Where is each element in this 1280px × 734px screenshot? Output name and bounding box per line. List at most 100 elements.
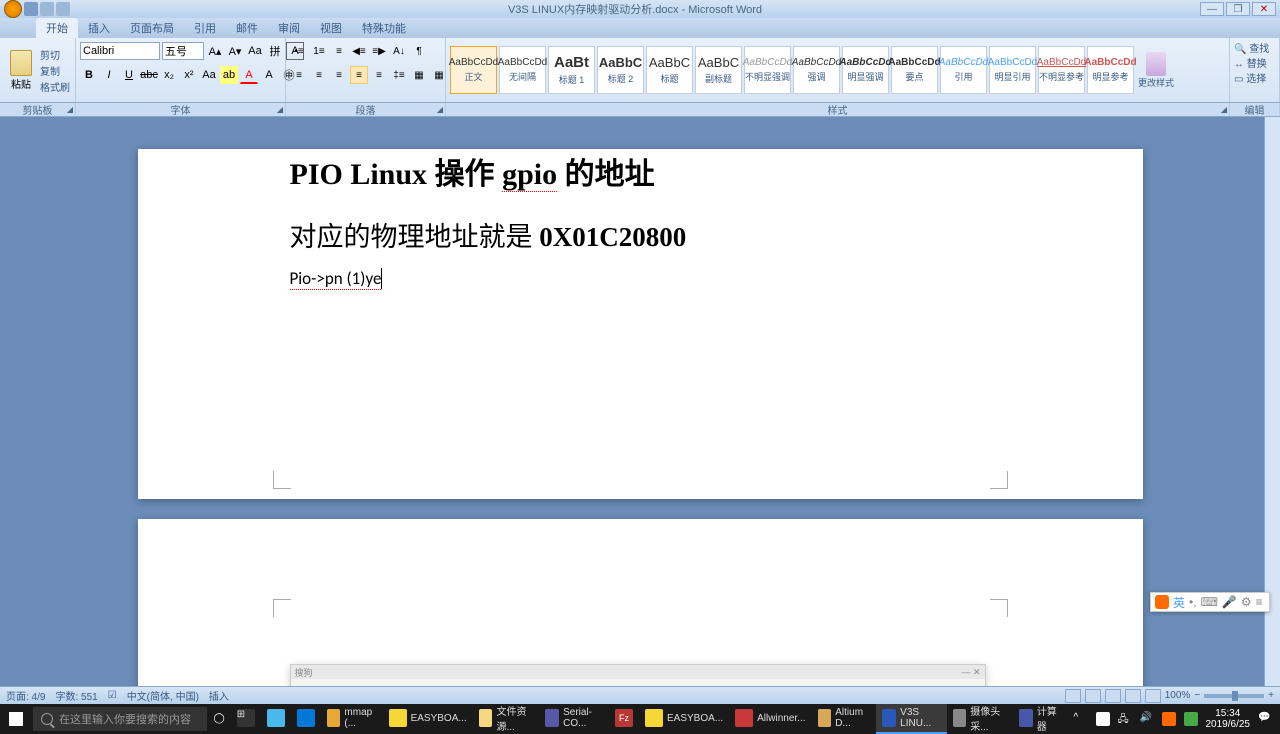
- tray-people-icon[interactable]: [1096, 712, 1110, 726]
- office-button[interactable]: [4, 0, 22, 18]
- tray-notification-icon[interactable]: 💬: [1258, 712, 1272, 726]
- taskbar-easyboard1[interactable]: EASYBOA...: [383, 704, 473, 734]
- taskbar-camera[interactable]: 摄像头采...: [947, 704, 1014, 734]
- tab-home[interactable]: 开始: [36, 18, 78, 38]
- tab-view[interactable]: 视图: [310, 18, 352, 38]
- qat-save-icon[interactable]: [24, 2, 38, 16]
- change-styles-button[interactable]: 更改样式: [1136, 46, 1176, 94]
- replace-button[interactable]: ↔ 替换: [1234, 55, 1267, 70]
- style-emphasis[interactable]: AaBbCcDd强调: [793, 46, 840, 94]
- ime-float-toolbar[interactable]: 英 •, ⌨ 🎤 ⚙ ≡: [1150, 592, 1270, 612]
- style-heading1[interactable]: AaBt标题 1: [548, 46, 595, 94]
- taskbar-calc[interactable]: 计算器: [1013, 704, 1065, 734]
- cut-button[interactable]: 剪切: [40, 47, 70, 62]
- char-shading-button[interactable]: A: [260, 66, 278, 84]
- tab-addins[interactable]: 特殊功能: [352, 18, 416, 38]
- multilevel-button[interactable]: ≡: [330, 42, 348, 60]
- font-expand-icon[interactable]: ◢: [277, 105, 283, 114]
- taskbar-mmap[interactable]: mmap (...: [321, 704, 383, 734]
- ime-keyboard-icon[interactable]: ⌨: [1201, 595, 1218, 609]
- style-intense-emph[interactable]: AaBbCcDd明显强调: [842, 46, 889, 94]
- tab-insert[interactable]: 插入: [78, 18, 120, 38]
- ime-settings-icon[interactable]: ⚙: [1241, 595, 1252, 609]
- taskbar-allwinner[interactable]: Allwinner...: [729, 704, 811, 734]
- style-normal[interactable]: AaBbCcDd正文: [450, 46, 497, 94]
- bold-button[interactable]: B: [80, 66, 98, 84]
- paragraph-code[interactable]: Pio->pn (1)ye: [290, 268, 991, 289]
- justify-button[interactable]: ≡: [350, 66, 368, 84]
- font-size-select[interactable]: [162, 42, 204, 60]
- highlight-button[interactable]: ab: [220, 66, 238, 84]
- style-strong[interactable]: AaBbCcDd要点: [891, 46, 938, 94]
- subscript-button[interactable]: x₂: [160, 66, 178, 84]
- ime-punct-icon[interactable]: •,: [1189, 595, 1197, 609]
- ime-lang-button[interactable]: 英: [1173, 594, 1185, 611]
- tray-network-icon[interactable]: 🖧: [1118, 712, 1132, 726]
- zoom-slider[interactable]: [1204, 694, 1264, 698]
- style-title[interactable]: AaBbC标题: [646, 46, 693, 94]
- para-expand-icon[interactable]: ◢: [437, 105, 443, 114]
- shading-button[interactable]: ▦: [410, 66, 428, 84]
- taskbar-easyboard2[interactable]: EASYBOA...: [639, 704, 729, 734]
- styles-expand-icon[interactable]: ◢: [1221, 105, 1227, 114]
- style-subtitle[interactable]: AaBbC副标题: [695, 46, 742, 94]
- taskbar-explorer[interactable]: 文件资源...: [473, 704, 540, 734]
- status-language[interactable]: 中文(简体, 中国): [127, 688, 199, 703]
- view-print-layout-button[interactable]: [1065, 689, 1081, 703]
- style-nospacing[interactable]: AaBbCcDd无间隔: [499, 46, 546, 94]
- tab-layout[interactable]: 页面布局: [120, 18, 184, 38]
- paragraph-address[interactable]: 对应的物理地址就是 0X01C20800: [290, 215, 991, 254]
- tray-up-icon[interactable]: ^: [1074, 712, 1088, 726]
- view-draft-button[interactable]: [1145, 689, 1161, 703]
- indent-dec-button[interactable]: ◀≡: [350, 42, 368, 60]
- view-fullscreen-button[interactable]: [1085, 689, 1101, 703]
- change-case-button[interactable]: Aa: [200, 66, 218, 84]
- zoom-out-button[interactable]: −: [1194, 690, 1200, 701]
- underline-button[interactable]: U: [120, 66, 138, 84]
- tab-mail[interactable]: 邮件: [226, 18, 268, 38]
- style-quote[interactable]: AaBbCcDd引用: [940, 46, 987, 94]
- copy-button[interactable]: 复制: [40, 63, 70, 78]
- taskbar-serial[interactable]: Serial-CO...: [539, 704, 609, 734]
- tab-refs[interactable]: 引用: [184, 18, 226, 38]
- document-page[interactable]: PIO Linux 操作 gpio 的地址 对应的物理地址就是 0X01C208…: [138, 149, 1143, 499]
- clipboard-expand-icon[interactable]: ◢: [67, 105, 73, 114]
- font-name-select[interactable]: [80, 42, 160, 60]
- find-button[interactable]: 🔍 查找: [1234, 40, 1269, 55]
- tray-ime-icon[interactable]: [1162, 712, 1176, 726]
- heading-line[interactable]: PIO Linux 操作 gpio 的地址: [290, 149, 991, 193]
- taskbar-word[interactable]: V3S LINU...: [876, 704, 946, 734]
- align-right-button[interactable]: ≡: [330, 66, 348, 84]
- superscript-button[interactable]: x²: [180, 66, 198, 84]
- tray-security-icon[interactable]: [1184, 712, 1198, 726]
- format-painter-button[interactable]: 格式刷: [40, 79, 70, 94]
- status-page[interactable]: 页面: 4/9: [6, 688, 45, 703]
- phonetic-button[interactable]: 拼: [266, 42, 284, 60]
- tray-volume-icon[interactable]: 🔊: [1140, 712, 1154, 726]
- bullets-button[interactable]: •≡: [290, 42, 308, 60]
- qat-undo-icon[interactable]: [40, 2, 54, 16]
- document-page[interactable]: 搜狗 — ✕ 程序员 pn 0.05/0.000 = 400 = 400 = 4…: [138, 519, 1143, 686]
- close-button[interactable]: ✕: [1252, 2, 1276, 16]
- start-button[interactable]: [0, 704, 31, 734]
- select-button[interactable]: ▭ 选择: [1234, 70, 1266, 85]
- taskbar-filezilla[interactable]: Fz: [609, 704, 639, 734]
- ime-voice-icon[interactable]: 🎤: [1222, 595, 1237, 609]
- indent-inc-button[interactable]: ≡▶: [370, 42, 388, 60]
- view-web-button[interactable]: [1105, 689, 1121, 703]
- tab-review[interactable]: 审阅: [268, 18, 310, 38]
- align-left-button[interactable]: ≡: [290, 66, 308, 84]
- qat-redo-icon[interactable]: [56, 2, 70, 16]
- distribute-button[interactable]: ≡: [370, 66, 388, 84]
- align-center-button[interactable]: ≡: [310, 66, 328, 84]
- strikethrough-button[interactable]: abc: [140, 66, 158, 84]
- font-color-button[interactable]: A: [240, 66, 258, 84]
- style-intense-quote[interactable]: AaBbCcDd明显引用: [989, 46, 1036, 94]
- zoom-level[interactable]: 100%: [1165, 690, 1191, 701]
- clear-format-button[interactable]: Aa: [246, 42, 264, 60]
- style-intense-ref[interactable]: AaBbCcDd明显参考: [1087, 46, 1134, 94]
- taskbar-edge[interactable]: [291, 704, 321, 734]
- style-heading2[interactable]: AaBbC标题 2: [597, 46, 644, 94]
- status-words[interactable]: 字数: 551: [55, 688, 97, 703]
- minimize-button[interactable]: —: [1200, 2, 1224, 16]
